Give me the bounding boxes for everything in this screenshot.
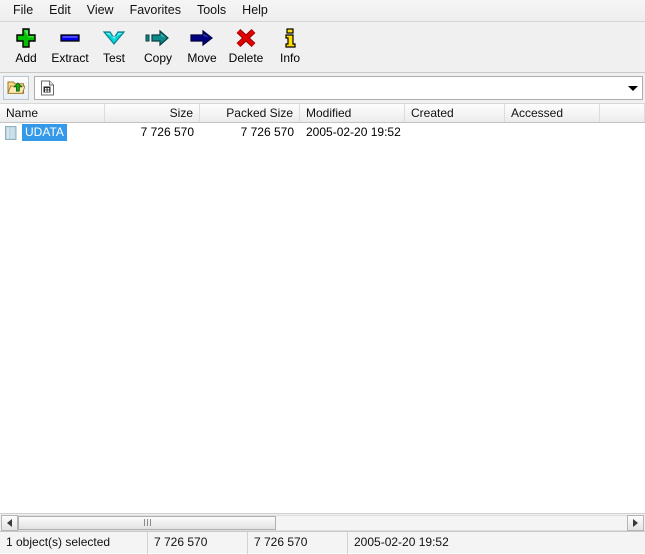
status-selection: 1 object(s) selected (0, 531, 148, 554)
move-arrow-icon (188, 27, 216, 49)
copy-arrow-icon (144, 27, 172, 49)
folder-up-icon (7, 78, 26, 98)
scroll-right-button[interactable] (627, 514, 644, 531)
scrollbar-track[interactable] (18, 514, 627, 531)
info-i-icon (276, 27, 304, 49)
chevron-down-icon (628, 85, 638, 91)
triangle-left-icon (7, 518, 12, 527)
test-button[interactable]: Test (92, 24, 136, 68)
scrollbar-thumb[interactable] (18, 515, 276, 530)
path-combobox[interactable] (34, 76, 643, 100)
extract-button[interactable]: Extract (48, 24, 92, 68)
menu-edit[interactable]: Edit (42, 1, 80, 20)
column-header-created[interactable]: Created (405, 104, 505, 122)
file-name-label: UDATA (22, 124, 67, 141)
column-header-row: Name Size Packed Size Modified Created A… (0, 103, 645, 123)
table-row[interactable]: UDATA 7 726 570 7 726 570 2005-02-20 19:… (0, 123, 645, 142)
test-label: Test (102, 51, 125, 65)
minus-bar-icon (56, 27, 84, 49)
info-label: Info (279, 51, 300, 65)
status-size: 7 726 570 (148, 531, 248, 554)
file-manager-window: File Edit View Favorites Tools Help Add (0, 0, 645, 554)
cell-name[interactable]: UDATA (0, 124, 105, 141)
horizontal-scrollbar[interactable] (0, 513, 645, 531)
copy-label: Copy (143, 51, 172, 65)
move-label: Move (187, 51, 217, 65)
path-dropdown-button[interactable] (624, 85, 642, 91)
column-header-packed-size[interactable]: Packed Size (200, 104, 300, 122)
cell-packed-size: 7 726 570 (240, 125, 294, 139)
menu-file[interactable]: File (6, 1, 42, 20)
plus-icon (12, 27, 40, 49)
info-button[interactable]: Info (268, 24, 312, 68)
cell-modified: 2005-02-20 19:52 (306, 125, 401, 139)
triangle-right-icon (633, 518, 638, 527)
menu-tools[interactable]: Tools (190, 1, 235, 20)
menu-bar: File Edit View Favorites Tools Help (0, 0, 645, 22)
delete-label: Delete (228, 51, 264, 65)
column-header-modified[interactable]: Modified (300, 104, 405, 122)
address-bar (0, 73, 645, 103)
chevron-down-icon (100, 27, 128, 49)
generic-file-icon (3, 124, 19, 141)
status-bar: 1 object(s) selected 7 726 570 7 726 570… (0, 531, 645, 554)
add-label: Add (15, 51, 37, 65)
extract-label: Extract (51, 51, 89, 65)
menu-favorites[interactable]: Favorites (123, 1, 190, 20)
x-mark-icon (232, 27, 260, 49)
copy-button[interactable]: Copy (136, 24, 180, 68)
status-packed-size: 7 726 570 (248, 531, 348, 554)
cell-size: 7 726 570 (140, 125, 194, 139)
column-header-name[interactable]: Name (0, 104, 105, 122)
file-list[interactable]: UDATA 7 726 570 7 726 570 2005-02-20 19:… (0, 123, 645, 513)
toolbar: Add Extract Test Copy Move Delete Info (0, 22, 645, 73)
column-header-accessed[interactable]: Accessed (505, 104, 600, 122)
column-header-size[interactable]: Size (105, 104, 200, 122)
move-button[interactable]: Move (180, 24, 224, 68)
add-button[interactable]: Add (4, 24, 48, 68)
scroll-left-button[interactable] (1, 514, 18, 531)
archive-file-icon (38, 79, 56, 97)
menu-help[interactable]: Help (235, 1, 277, 20)
grip-lines-icon (143, 519, 151, 526)
column-header-spacer[interactable] (600, 104, 645, 122)
folder-up-button[interactable] (3, 76, 29, 100)
status-modified: 2005-02-20 19:52 (354, 534, 449, 549)
menu-view[interactable]: View (80, 1, 123, 20)
delete-button[interactable]: Delete (224, 24, 268, 68)
